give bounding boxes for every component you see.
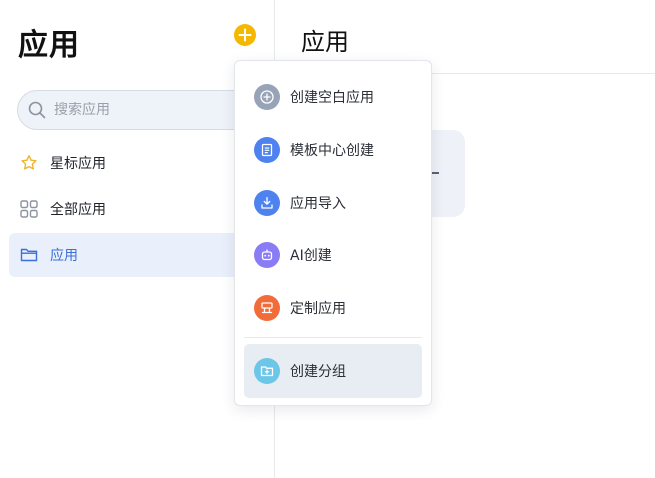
menu-item-label: 模板中心创建: [290, 143, 374, 159]
menu-item-create-group[interactable]: 创建分组: [244, 344, 422, 398]
menu-item-custom-app[interactable]: 定制应用: [244, 284, 422, 332]
plus-icon: [238, 28, 252, 42]
custom-icon: [254, 295, 280, 321]
import-icon: [254, 190, 280, 216]
sidebar-item-label: 星标应用: [50, 156, 106, 172]
menu-item-import-app[interactable]: 应用导入: [244, 179, 422, 227]
menu-item-label: 定制应用: [290, 301, 346, 317]
search-icon: [28, 101, 46, 119]
grid-icon: [19, 199, 39, 219]
menu-item-create-blank-app[interactable]: 创建空白应用: [244, 73, 422, 121]
folder-icon: [19, 245, 39, 265]
plus-circle-icon: [254, 84, 280, 110]
template-icon: [254, 137, 280, 163]
sidebar-item-label: 全部应用: [50, 202, 106, 218]
menu-item-label: 应用导入: [290, 196, 346, 212]
search-input[interactable]: [54, 102, 234, 118]
card-menu-icon[interactable]: [432, 172, 439, 174]
menu-item-label: AI创建: [290, 248, 332, 264]
menu-item-ai-create[interactable]: AI创建: [244, 231, 422, 279]
search-box: [17, 90, 267, 130]
page-title: 应用: [301, 28, 349, 56]
menu-item-template-center[interactable]: 模板中心创建: [244, 126, 422, 174]
menu-item-label: 创建空白应用: [290, 90, 374, 106]
create-menu: 创建空白应用 模板中心创建 应用导入 AI创建 定制应用 创建分组: [234, 60, 432, 406]
menu-item-label: 创建分组: [290, 364, 346, 380]
robot-icon: [254, 242, 280, 268]
menu-divider: [244, 337, 422, 338]
add-app-button[interactable]: [234, 24, 256, 46]
star-icon: [19, 153, 39, 173]
group-folder-icon: [254, 358, 280, 384]
sidebar-item-label: 应用: [50, 248, 78, 264]
sidebar-title: 应用: [18, 28, 80, 63]
